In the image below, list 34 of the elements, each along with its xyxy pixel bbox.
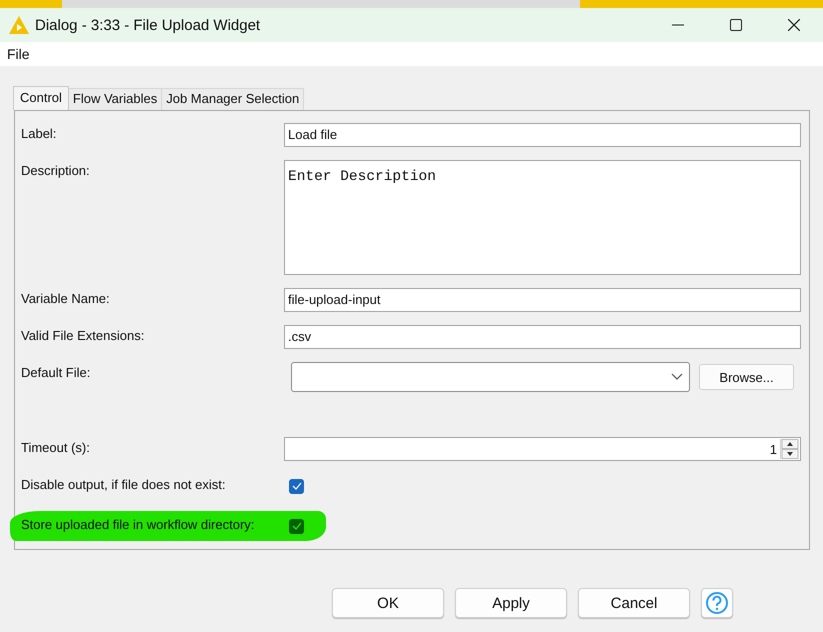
checkmark-icon [292,482,302,490]
dialog-button[interactable]: OK [332,588,444,618]
chevron-down-icon [671,373,683,381]
number-spinner[interactable]: 1 [284,437,801,461]
browse-button[interactable]: Browse... [699,364,794,390]
app-logo-icon [9,16,29,34]
field-label: Store uploaded file in workflow directory: [21,516,256,534]
tab[interactable]: Job Manager Selection [161,88,304,110]
tab[interactable]: Control [13,86,69,110]
window-title: Dialog - 3:33 - File Upload Widget [35,16,262,34]
help-button[interactable] [701,588,733,618]
checkbox[interactable] [289,478,304,494]
field-label: Disable output, if file does not exist: [21,476,227,494]
close-icon [788,19,800,31]
dialog-button[interactable]: Cancel [578,588,690,618]
description-field[interactable]: Enter Description [284,160,801,275]
field-label: Variable Name: [21,290,111,308]
checkbox[interactable] [289,518,304,534]
tab[interactable]: Flow Variables [68,88,162,110]
text-field[interactable]: Load file [284,123,801,147]
field-label: Default File: [21,364,92,382]
maximize-icon [730,19,742,31]
field-label: Valid File Extensions: [21,327,146,345]
help-icon [706,592,728,614]
field-label: Timeout (s): [21,439,91,457]
text-field[interactable]: file-upload-input [284,288,801,312]
dialog-button[interactable]: Apply [455,588,567,618]
file-dropdown[interactable] [291,362,690,392]
field-label: Label: [21,125,58,143]
menu-item[interactable]: File [0,42,37,66]
field-label: Description: [21,162,91,180]
text-field[interactable]: .csv [284,325,801,349]
checkmark-icon [292,522,302,530]
spin-arrows-icon [781,439,799,459]
